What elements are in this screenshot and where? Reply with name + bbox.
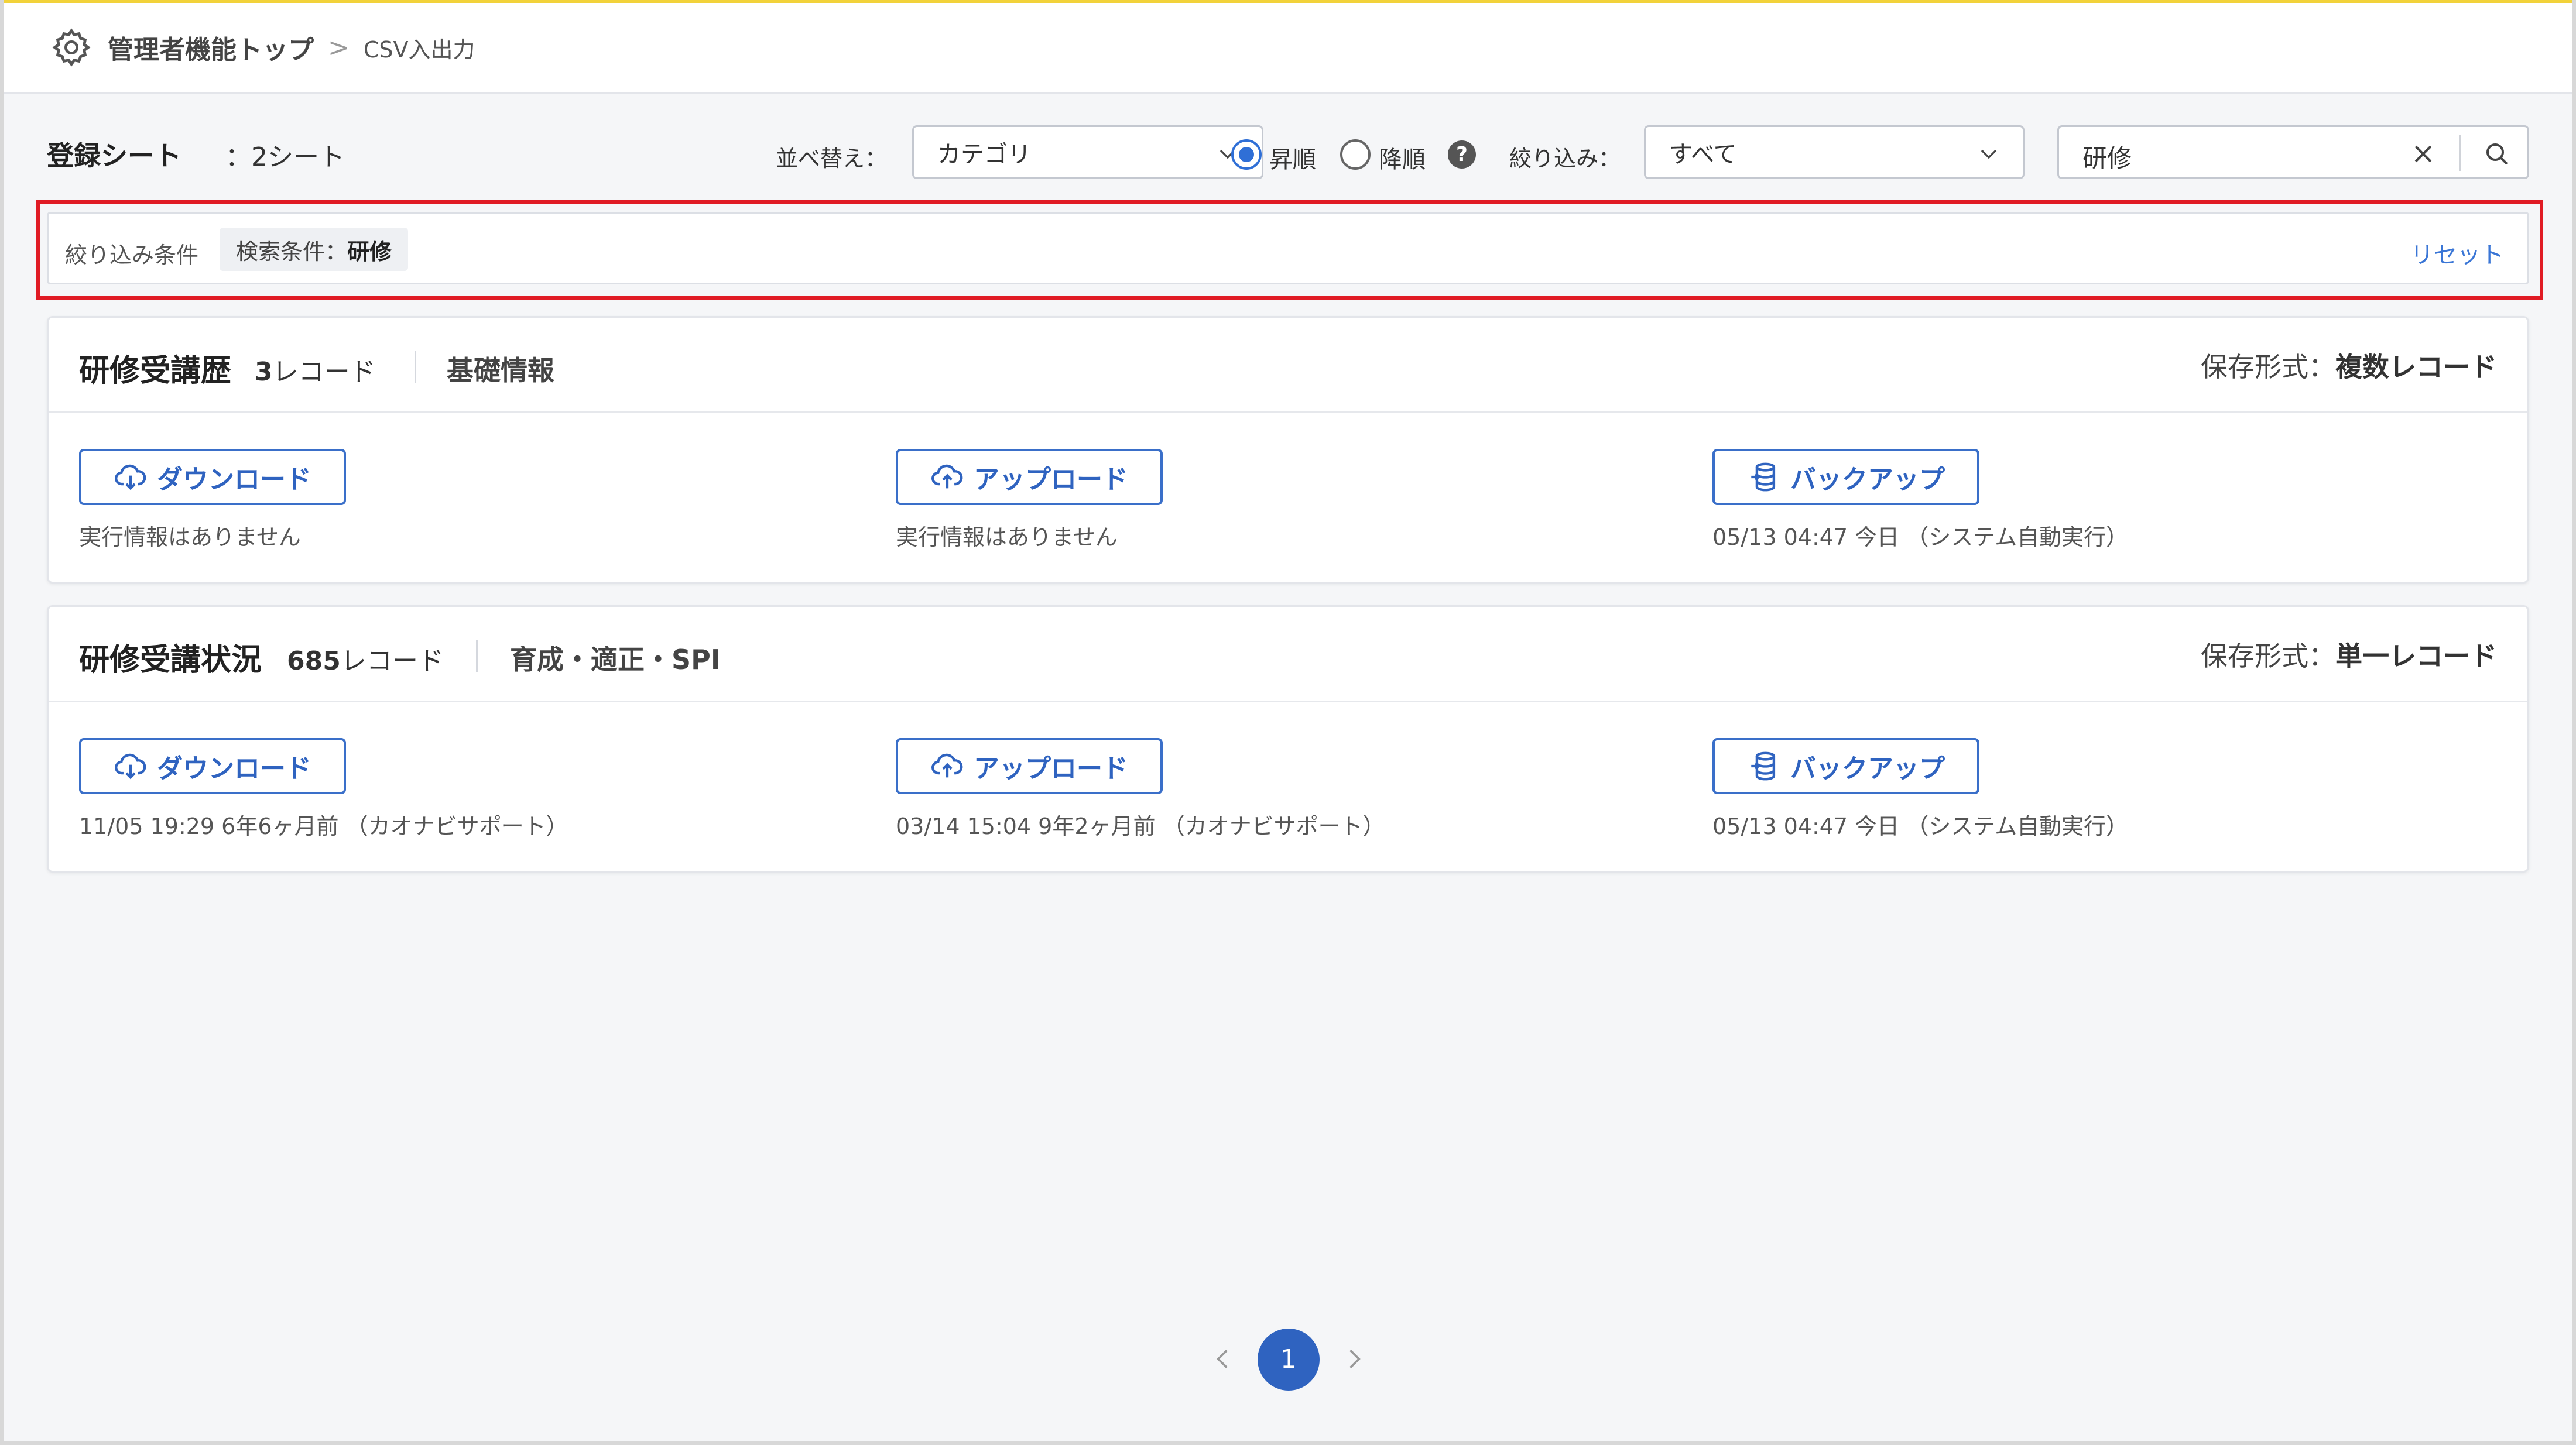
upload-exec-info: 実行情報はありません [896, 524, 1118, 550]
sort-select[interactable]: カテゴリ [912, 125, 1263, 179]
search-input[interactable]: 研修 [2057, 125, 2529, 179]
upload-button[interactable]: アップロード [896, 449, 1163, 505]
chevron-left-icon[interactable] [1211, 1346, 1236, 1372]
pagination-current-page[interactable]: 1 [1258, 1329, 1320, 1391]
search-divider [2459, 135, 2461, 171]
record-count: 3レコード [255, 357, 376, 387]
database-backup-icon [1751, 751, 1776, 781]
toolbar: 登録シート ：2シート 並べ替え： カテゴリ 昇順 降順 ? 絞り込み： すべて… [47, 123, 2529, 181]
filter-select-value: すべて [1669, 141, 1737, 168]
sheet-card: 研修受講状況 685レコード 育成・適正・SPI 保存形式：単一レコード ダウン… [47, 605, 2529, 873]
chevron-right-icon[interactable] [1341, 1346, 1366, 1372]
help-icon[interactable]: ? [1448, 140, 1476, 169]
sort-select-value: カテゴリ [937, 141, 1031, 168]
upload-exec-info: 03/14 15:04 9年2ヶ月前 （カオナビサポート） [896, 814, 1385, 839]
breadcrumb-admin-top[interactable]: 管理者機能トップ [108, 29, 314, 66]
download-exec-info: 11/05 19:29 6年6ヶ月前 （カオナビサポート） [79, 814, 568, 839]
record-count: 685レコード [287, 646, 444, 676]
filter-label: 絞り込み： [1509, 146, 1621, 171]
order-desc-label[interactable]: 降順 [1379, 140, 1426, 174]
card-header: 研修受講歴 3レコード 基礎情報 保存形式：複数レコード [49, 318, 2527, 413]
backup-button[interactable]: バックアップ [1712, 738, 1979, 794]
cloud-upload-icon [931, 753, 963, 778]
backup-exec-info: 05/13 04:47 今日 （システム自動実行） [1712, 814, 2129, 839]
sheet-card: 研修受講歴 3レコード 基礎情報 保存形式：複数レコード ダウンロード アップロ… [47, 316, 2529, 584]
card-title: 研修受講歴 [79, 353, 232, 389]
top-header: 管理者機能トップ > CSV入出力 [4, 0, 2572, 94]
download-button[interactable]: ダウンロード [79, 738, 346, 794]
download-exec-info: 実行情報はありません [79, 524, 301, 550]
registered-sheets-count: ：2シート [225, 142, 345, 172]
gear-icon [52, 28, 91, 67]
card-header: 研修受講状況 685レコード 育成・適正・SPI 保存形式：単一レコード [49, 607, 2527, 702]
cloud-download-icon [115, 753, 146, 780]
cloud-upload-icon [931, 464, 963, 489]
breadcrumb-current: CSV入出力 [363, 36, 475, 63]
chevron-down-icon [1981, 149, 1997, 159]
cloud-download-icon [115, 464, 146, 490]
card-title: 研修受講状況 [79, 643, 262, 678]
close-icon[interactable] [2410, 141, 2436, 167]
card-category: 基礎情報 [447, 355, 554, 386]
database-backup-icon [1751, 462, 1776, 492]
registered-sheets-label: 登録シート [47, 140, 181, 171]
header-divider [476, 640, 478, 672]
download-button[interactable]: ダウンロード [79, 449, 346, 505]
upload-button[interactable]: アップロード [896, 738, 1163, 794]
order-asc-radio[interactable] [1231, 139, 1262, 170]
header-divider [415, 351, 416, 383]
save-format: 保存形式：単一レコード [2201, 640, 2497, 672]
order-asc-label[interactable]: 昇順 [1269, 140, 1316, 174]
backup-button[interactable]: バックアップ [1712, 449, 1979, 505]
highlight-box [36, 200, 2543, 300]
filter-select[interactable]: すべて [1644, 125, 2025, 179]
save-format: 保存形式：複数レコード [2201, 351, 2497, 383]
card-category: 育成・適正・SPI [510, 644, 721, 675]
backup-exec-info: 05/13 04:47 今日 （システム自動実行） [1712, 524, 2129, 550]
search-input-value: 研修 [2082, 144, 2132, 173]
search-icon[interactable] [2483, 140, 2511, 168]
breadcrumb-separator: > [328, 32, 350, 63]
sort-label: 並べ替え： [776, 146, 888, 171]
order-desc-radio[interactable] [1340, 139, 1371, 170]
